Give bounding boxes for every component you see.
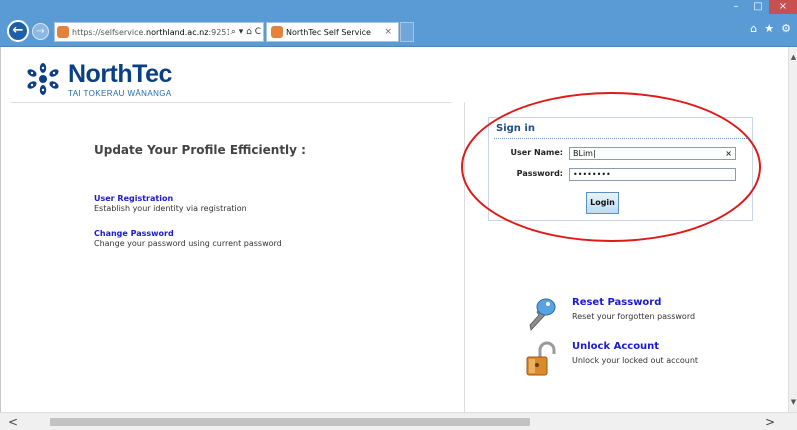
url-host: northland.ac.nz xyxy=(146,27,209,37)
settings-gear-icon[interactable]: ⚙ xyxy=(781,22,791,35)
back-button[interactable]: ← xyxy=(7,20,29,42)
scroll-left-icon[interactable]: < xyxy=(8,415,18,429)
reset-password-description: Reset your forgotten password xyxy=(572,312,696,321)
logo-name: NorthTec xyxy=(68,60,172,88)
unlock-account-link[interactable]: Unlock Account xyxy=(572,341,659,352)
tab-favicon-icon xyxy=(271,26,283,38)
user-registration-block: User Registration Establish your identit… xyxy=(94,194,247,214)
scroll-right-icon[interactable]: > xyxy=(765,415,775,429)
minimize-button[interactable]: – xyxy=(725,0,747,14)
change-password-description: Change your password using current passw… xyxy=(94,239,282,248)
change-password-link[interactable]: Change Password xyxy=(94,229,282,239)
page-headline: Update Your Profile Efficiently : xyxy=(94,143,306,157)
tab-title: NorthTec Self Service xyxy=(286,27,371,37)
forward-button[interactable]: → xyxy=(32,23,49,40)
address-bar[interactable]: https://selfservice.northland.ac.nz:9251… xyxy=(54,22,264,42)
padlock-icon xyxy=(526,341,556,376)
window-controls: – □ × xyxy=(725,0,797,14)
northtec-logo[interactable]: NorthTec TAI TOKERAU WĀNANGA xyxy=(23,61,172,98)
logo-text: NorthTec TAI TOKERAU WĀNANGA xyxy=(68,60,172,99)
tab-northtec-self-service[interactable]: NorthTec Self Service × xyxy=(266,22,399,42)
scroll-up-icon[interactable]: ▲ xyxy=(789,53,797,61)
address-url[interactable]: https://selfservice.northland.ac.nz:9251… xyxy=(72,28,229,37)
horizontal-scroll-thumb[interactable] xyxy=(50,418,530,426)
home-icon[interactable]: ⌂ xyxy=(750,22,757,35)
user-registration-link[interactable]: User Registration xyxy=(94,194,247,204)
new-tab-button[interactable] xyxy=(400,22,414,42)
horizontal-scrollbar[interactable]: < > xyxy=(0,412,797,430)
browser-chrome: – □ × ← → https://selfservice.northland.… xyxy=(0,0,797,47)
user-registration-description: Establish your identity via registration xyxy=(94,204,247,213)
url-prefix: https://selfservice. xyxy=(72,27,147,37)
northtec-logo-mark-icon xyxy=(27,63,59,95)
change-password-block: Change Password Change your password usi… xyxy=(94,229,282,249)
annotation-ellipse xyxy=(461,92,761,242)
site-favicon-icon xyxy=(57,26,69,38)
tab-close-icon[interactable]: × xyxy=(384,27,398,37)
close-window-button[interactable]: × xyxy=(769,0,797,14)
unlock-account-description: Unlock your locked out account xyxy=(572,356,699,365)
scroll-down-icon[interactable]: ▼ xyxy=(789,398,797,406)
address-bar-icons[interactable]: ⌕ ▾ ⌂ C xyxy=(229,27,263,37)
vertical-scrollbar[interactable]: ▲ ▼ xyxy=(788,47,797,412)
url-suffix: :9251/sl xyxy=(208,27,228,37)
page-viewport: NorthTec TAI TOKERAU WĀNANGA Update Your… xyxy=(0,47,788,412)
reset-password-link[interactable]: Reset Password xyxy=(572,297,661,308)
favorites-star-icon[interactable]: ★ xyxy=(764,22,774,35)
maximize-button[interactable]: □ xyxy=(747,0,769,14)
browser-toolbar: ⌂ ★ ⚙ xyxy=(750,22,791,35)
key-icon xyxy=(529,298,556,331)
header-divider xyxy=(11,102,451,103)
logo-subtitle: TAI TOKERAU WĀNANGA xyxy=(68,89,172,98)
